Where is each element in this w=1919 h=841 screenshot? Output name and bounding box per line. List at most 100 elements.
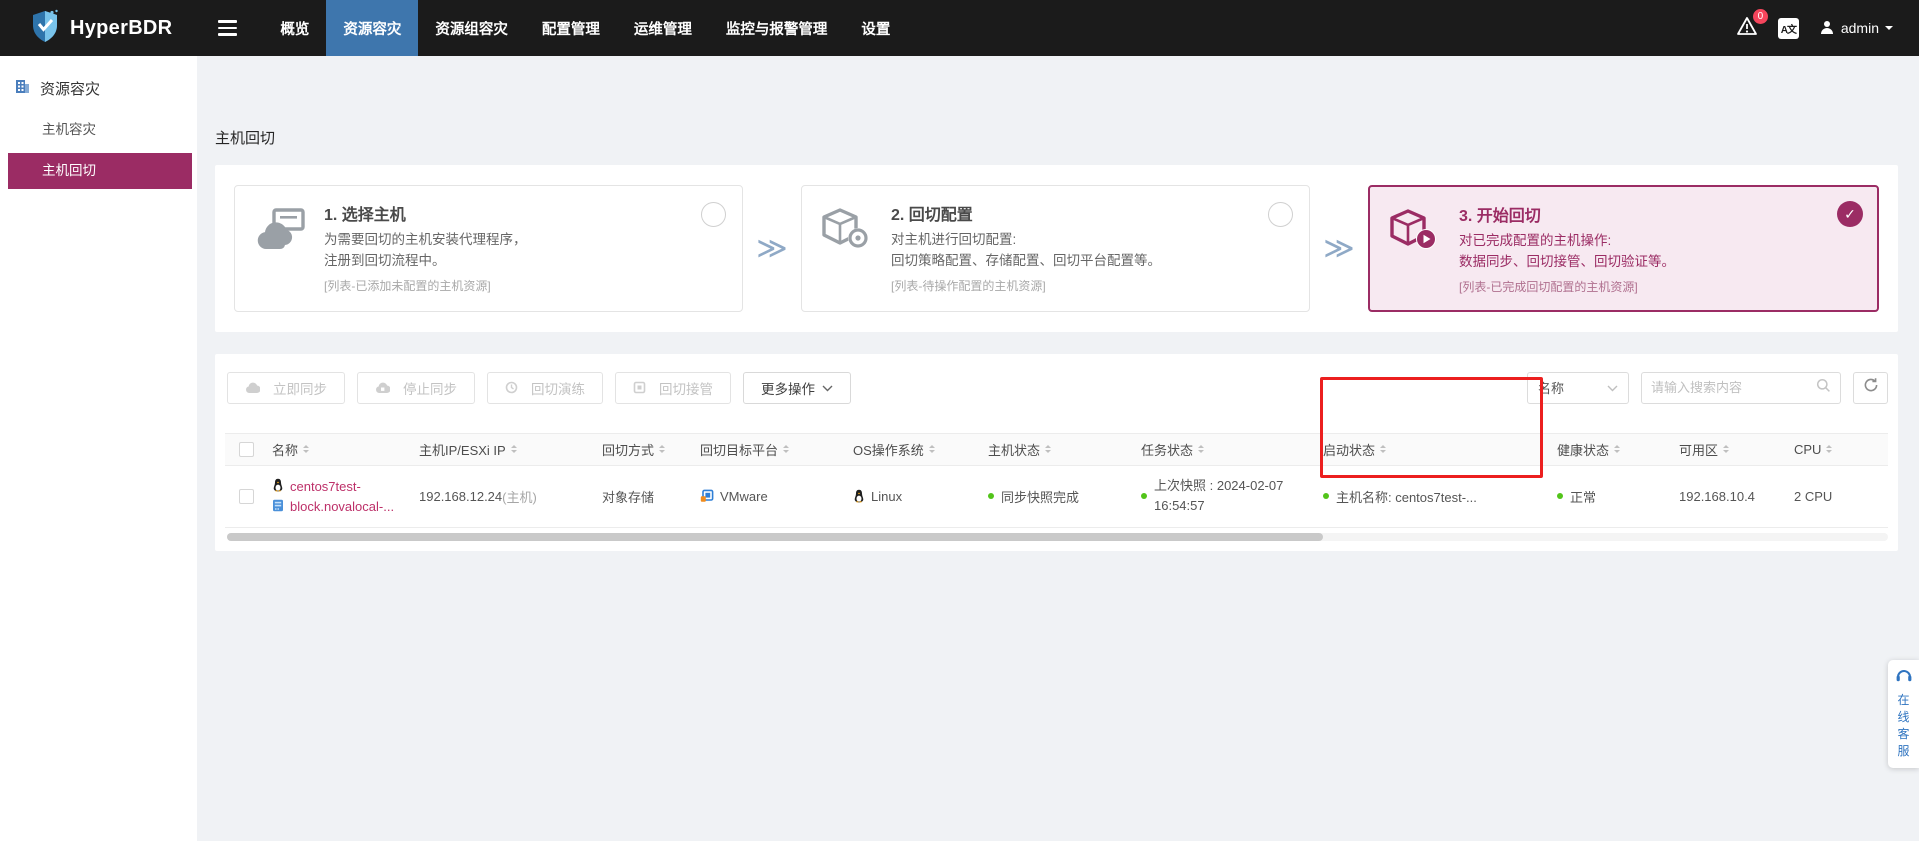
- step-radio-unchecked[interactable]: [701, 202, 726, 227]
- step-title: 1. 选择主机: [324, 207, 406, 224]
- cell-ip: 192.168.12.24 (主机): [419, 488, 537, 505]
- status-dot-green: [1141, 493, 1147, 500]
- host-name-link[interactable]: centos7test-: [272, 478, 394, 495]
- language-icon[interactable]: A文: [1777, 17, 1799, 39]
- cloud-host-icon: [253, 201, 309, 296]
- nav-item-resource-group-dr[interactable]: 资源组容灾: [418, 0, 525, 56]
- host-table: 名称 主机IP/ESXi IP 回切方式 回切目标平台 OS操作系统 主机状态 …: [225, 432, 1888, 541]
- sort-icon[interactable]: [1826, 445, 1833, 454]
- sort-icon[interactable]: [1380, 445, 1387, 454]
- cell-boot-status: 主机名称: centos7test-...: [1319, 487, 1553, 506]
- sort-icon[interactable]: [1045, 445, 1052, 454]
- step-title: 3. 开始回切: [1459, 208, 1541, 225]
- status-dot-green: [988, 493, 994, 500]
- brand-logo[interactable]: HyperBDR: [0, 0, 198, 56]
- username: admin: [1840, 20, 1879, 36]
- sort-icon[interactable]: [783, 445, 790, 454]
- online-service-button[interactable]: 在线客服: [1888, 660, 1919, 768]
- start-cube-icon: [1388, 202, 1444, 295]
- linux-icon: [272, 478, 284, 495]
- host-disk-link[interactable]: block.novalocal-...: [272, 499, 394, 515]
- step-card-select-host[interactable]: 1. 选择主机 为需要回切的主机安装代理程序， 注册到回切流程中。 [列表-已添…: [234, 185, 743, 312]
- failback-takeover-button[interactable]: 回切接管: [615, 371, 731, 404]
- select-all-checkbox[interactable]: [239, 441, 254, 457]
- check-badge-icon[interactable]: ✓: [1837, 201, 1863, 227]
- user-icon: [1819, 19, 1835, 38]
- col-header-task-status[interactable]: 任务状态: [1137, 440, 1319, 459]
- step-card-start-failback[interactable]: 3. 开始回切 对已完成配置的主机操作: 数据同步、回切接管、回切验证等。 [列…: [1368, 185, 1879, 312]
- search-icon[interactable]: [1816, 378, 1831, 398]
- drill-circle-icon: [505, 381, 518, 394]
- nav-item-resource-dr[interactable]: 资源容灾: [326, 0, 419, 56]
- col-header-target-platform[interactable]: 回切目标平台: [696, 440, 849, 459]
- vmware-icon: [700, 489, 714, 503]
- table-row: centos7test- block.novalocal-... 192.168…: [225, 466, 1888, 528]
- double-chevron-icon: ≫: [756, 231, 788, 265]
- col-header-failback-method[interactable]: 回切方式: [598, 440, 696, 459]
- col-header-ip[interactable]: 主机IP/ESXi IP: [415, 440, 598, 459]
- sync-now-button[interactable]: 立即同步: [227, 371, 345, 404]
- page-title: 主机回切: [215, 130, 276, 147]
- cell-failback-method: 对象存储: [602, 489, 655, 505]
- sort-icon[interactable]: [1723, 445, 1730, 454]
- step-radio-unchecked[interactable]: [1268, 202, 1293, 227]
- alert-bell-icon[interactable]: 0: [1736, 8, 1768, 41]
- failback-drill-button[interactable]: 回切演练: [487, 371, 603, 404]
- refresh-button[interactable]: [1853, 371, 1888, 404]
- linux-icon: [853, 489, 865, 503]
- sort-icon[interactable]: [1198, 445, 1205, 454]
- takeover-square-icon: [633, 381, 646, 394]
- nav-item-monitor-alarm[interactable]: 监控与报警管理: [709, 0, 845, 56]
- step-note: [列表-已完成回切配置的主机资源]: [1459, 279, 1638, 294]
- cell-os: Linux: [849, 489, 984, 504]
- step-card-failback-config[interactable]: 2. 回切配置 对主机进行回切配置: 回切策略配置、存储配置、回切平台配置等。 …: [801, 185, 1310, 312]
- top-navbar: HyperBDR 概览 资源容灾 资源组容灾 配置管理 运维管理 监控与报警管理…: [0, 0, 1919, 56]
- col-header-name[interactable]: 名称: [268, 440, 415, 459]
- sort-icon[interactable]: [659, 445, 666, 454]
- more-actions-button[interactable]: 更多操作: [743, 371, 851, 404]
- sort-icon[interactable]: [1614, 445, 1621, 454]
- row-checkbox[interactable]: [239, 488, 254, 504]
- sort-icon[interactable]: [303, 445, 310, 454]
- nav-item-ops-mgmt[interactable]: 运维管理: [617, 0, 709, 56]
- config-cube-icon: [820, 201, 876, 296]
- hamburger-icon[interactable]: [198, 0, 257, 56]
- chevron-down-icon: [1885, 26, 1893, 34]
- notification-badge: 0: [1752, 8, 1768, 24]
- filter-field-select[interactable]: 名称: [1527, 371, 1629, 404]
- step-desc: 对已完成配置的主机操作: 数据同步、回切接管、回切验证等。: [1459, 233, 1675, 269]
- refresh-icon: [1863, 377, 1879, 398]
- status-dot-green: [1323, 493, 1329, 500]
- sidebar-item-host-dr[interactable]: 主机容灾: [0, 113, 197, 147]
- building-icon: [14, 78, 31, 99]
- main-nav: 概览 资源容灾 资源组容灾 配置管理 运维管理 监控与报警管理 设置: [263, 0, 907, 56]
- col-header-health-status[interactable]: 健康状态: [1553, 440, 1675, 459]
- sidebar: 资源容灾 主机容灾 主机回切: [0, 56, 197, 841]
- sidebar-item-host-failback[interactable]: 主机回切: [8, 153, 192, 189]
- step-desc: 为需要回切的主机安装代理程序， 注册到回切流程中。: [324, 232, 527, 268]
- double-chevron-icon: ≫: [1323, 231, 1355, 265]
- col-header-boot-status[interactable]: 启动状态: [1319, 440, 1553, 459]
- search-box: [1641, 371, 1841, 404]
- cell-target-platform: VMware: [696, 489, 849, 504]
- nav-item-overview[interactable]: 概览: [263, 0, 326, 56]
- sort-icon[interactable]: [928, 445, 935, 454]
- col-header-host-status[interactable]: 主机状态: [984, 440, 1137, 459]
- cell-availability-zone: 192.168.10.4: [1679, 488, 1755, 504]
- nav-item-settings[interactable]: 设置: [844, 0, 907, 56]
- shield-logo-icon: [30, 9, 60, 48]
- chevron-down-icon: [1607, 380, 1618, 395]
- horizontal-scrollbar: [227, 532, 1888, 541]
- col-header-os[interactable]: OS操作系统: [849, 440, 984, 459]
- nav-item-config-mgmt[interactable]: 配置管理: [525, 0, 617, 56]
- cell-cpu: 2 CPU: [1794, 488, 1833, 504]
- toolbar: 立即同步 停止同步 回切演练 回切接管 更多操作 名称 请输入搜索内容: [225, 371, 1888, 404]
- search-input[interactable]: [1651, 380, 1816, 396]
- user-menu[interactable]: admin: [1819, 19, 1893, 38]
- sort-icon[interactable]: [510, 445, 517, 454]
- stop-sync-button[interactable]: 停止同步: [357, 371, 475, 404]
- horizontal-scrollbar-thumb[interactable]: [227, 532, 1324, 541]
- col-header-availability-zone[interactable]: 可用区: [1675, 440, 1790, 459]
- col-header-cpu[interactable]: CPU: [1790, 442, 1888, 457]
- headset-icon: [1895, 667, 1913, 688]
